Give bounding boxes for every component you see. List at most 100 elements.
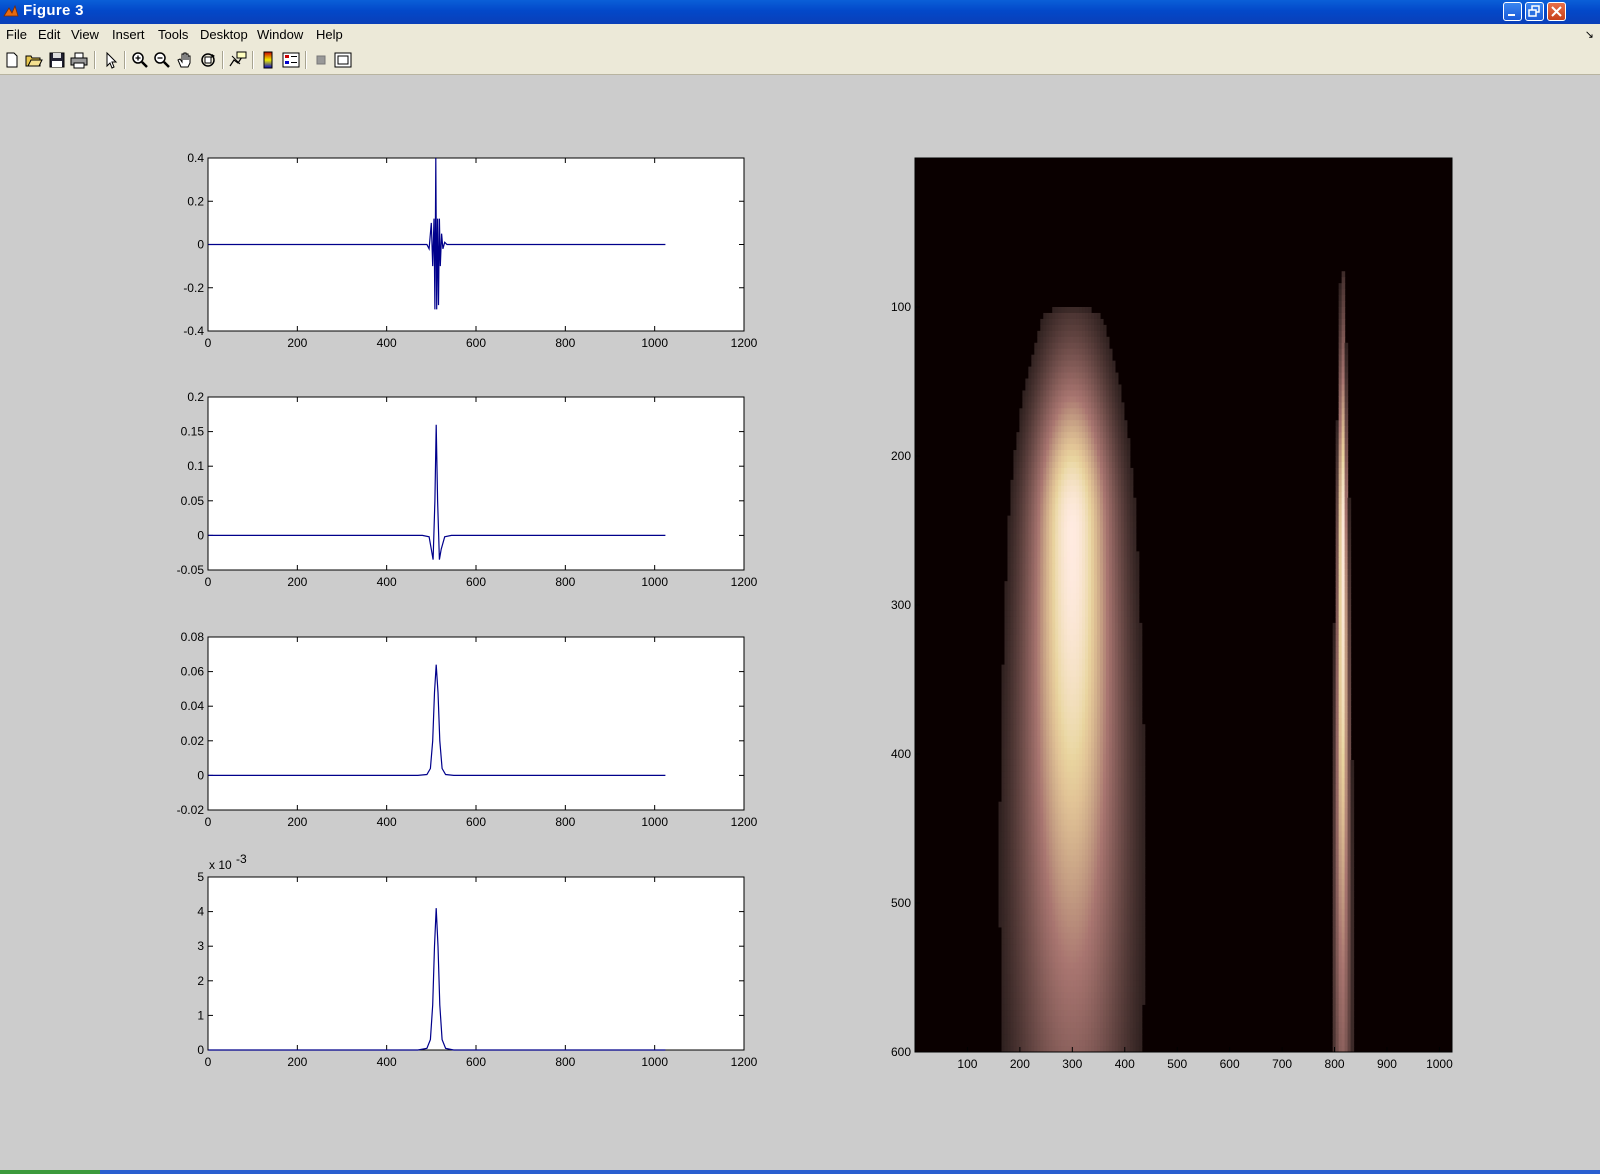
hide-plot-tools-icon[interactable] — [311, 50, 331, 70]
legend-icon[interactable] — [281, 50, 301, 70]
y-tick-label: -0.4 — [183, 324, 204, 338]
heatmap-cell — [1141, 843, 1146, 850]
heatmap-cell — [1132, 497, 1137, 505]
zoom-out-icon[interactable] — [152, 50, 172, 70]
heatmap-cell — [1344, 372, 1349, 380]
heatmap-cell — [1347, 700, 1352, 707]
heatmap-cell — [1141, 783, 1146, 791]
close-button[interactable] — [1547, 2, 1566, 21]
heatmap-cell — [1347, 742, 1352, 749]
edit-plot-arrow-icon[interactable] — [101, 50, 121, 70]
heatmap-cell — [1126, 450, 1131, 457]
heatmap-cell — [1126, 456, 1131, 463]
restore-button[interactable] — [1525, 2, 1544, 21]
menu-insert[interactable]: Insert — [112, 27, 145, 42]
heatmap-cell — [1350, 849, 1355, 856]
y-tick-label: 0.06 — [181, 665, 205, 679]
heatmap-cell — [1344, 461, 1349, 469]
heatmap-cell — [1350, 837, 1355, 844]
heatmap-cell — [1350, 897, 1355, 904]
heatmap-cell — [1123, 420, 1128, 427]
dock-arrow-icon[interactable]: ↘ — [1585, 28, 1594, 41]
heatmap-cell — [1135, 610, 1140, 618]
heatmap-cell — [1138, 664, 1143, 672]
zoom-in-icon[interactable] — [130, 50, 150, 70]
menu-help[interactable]: Help — [316, 27, 343, 42]
heatmap-cell — [1141, 885, 1146, 892]
heatmap-cell — [1141, 777, 1146, 785]
x-tick-label: 200 — [287, 1055, 307, 1069]
heatmap-cell — [1141, 742, 1146, 749]
x-tick-label: 1200 — [731, 1055, 758, 1069]
heatmap-cell — [1341, 283, 1346, 290]
heatmap-cell — [1347, 754, 1352, 761]
heatmap-cell — [1141, 748, 1146, 755]
menu-desktop[interactable]: Desktop — [200, 27, 248, 42]
colorbar-icon[interactable] — [258, 50, 278, 70]
heatmap-cell — [1344, 354, 1349, 362]
heatmap-cell — [1347, 497, 1352, 505]
show-plot-tools-icon[interactable] — [333, 50, 353, 70]
pan-hand-icon[interactable] — [175, 50, 195, 70]
x-tick-label: 1000 — [641, 1055, 668, 1069]
x-tick-label: 800 — [555, 1055, 575, 1069]
heatmap-cell — [1347, 545, 1352, 552]
menu-edit[interactable]: Edit — [38, 27, 60, 42]
menu-view[interactable]: View — [71, 27, 99, 42]
heatmap-cell — [1129, 479, 1134, 487]
data-cursor-icon[interactable] — [228, 50, 248, 70]
heatmap-cell — [1344, 420, 1349, 427]
heatmap-cell — [1347, 718, 1352, 725]
x-tick-label: 600 — [466, 1055, 486, 1069]
heatmap-cell — [1132, 509, 1137, 517]
heatmap-cell — [1132, 545, 1137, 552]
new-figure-icon[interactable] — [2, 50, 22, 70]
heatmap-cell — [1350, 813, 1355, 821]
x-tick-label: 0 — [205, 336, 212, 350]
heatmap-cell — [1341, 277, 1346, 284]
open-file-icon[interactable] — [24, 50, 44, 70]
rotate-3d-icon[interactable] — [198, 50, 218, 70]
heatmap-cell — [1135, 551, 1140, 558]
menu-window[interactable]: Window — [257, 27, 303, 42]
y-tick-label: -0.02 — [177, 803, 205, 817]
heatmap-cell — [1347, 694, 1352, 701]
window-titlebar[interactable]: Figure 3 — [0, 0, 1600, 24]
figure-canvas[interactable]: 0 200 400 600 800 1000 1200 -0.4 -0.2 0 0.2 0.4 0 200… — [0, 75, 1600, 1170]
heatmap-cell — [1135, 616, 1140, 624]
menu-tools[interactable]: Tools — [158, 27, 188, 42]
heatmap-cell — [1347, 682, 1352, 690]
x-tick-label: 1200 — [731, 575, 758, 589]
heatmap-cell — [1347, 557, 1352, 564]
minimize-button[interactable] — [1503, 2, 1522, 21]
toolbar-separator — [252, 51, 254, 69]
heatmap-cell — [1120, 414, 1125, 421]
heatmap-cell — [1347, 730, 1352, 737]
heatmap-cell — [1138, 676, 1143, 684]
heatmap-cell — [1347, 664, 1352, 672]
toolbar-separator — [94, 51, 96, 69]
heatmap-cell — [1138, 712, 1143, 719]
heatmap-cell — [1344, 360, 1349, 368]
print-icon[interactable] — [69, 50, 89, 70]
heatmap-cell — [1341, 271, 1346, 278]
heatmap-cell — [1141, 897, 1146, 904]
heatmap-cell — [1344, 342, 1349, 350]
heatmap-cell — [1120, 402, 1125, 409]
heatmap-cell — [1341, 301, 1346, 308]
heatmap-cell — [1344, 491, 1349, 499]
menu-file[interactable]: File — [6, 27, 27, 42]
matlab-logo-icon — [3, 4, 19, 17]
close-icon — [1551, 6, 1562, 17]
heatmap-cell — [1350, 783, 1355, 791]
save-icon[interactable] — [47, 50, 67, 70]
x-tick-label: 1200 — [731, 336, 758, 350]
heatmap-cell — [1347, 634, 1352, 642]
heatmap-cell — [1350, 867, 1355, 874]
heatmap-cell — [1132, 539, 1137, 546]
heatmap-cell — [1347, 533, 1352, 541]
heatmap-cell — [1129, 485, 1134, 493]
heatmap-cell — [1350, 861, 1355, 868]
heatmap-cell — [1350, 825, 1355, 833]
heatmap-cell — [1099, 318, 1104, 326]
